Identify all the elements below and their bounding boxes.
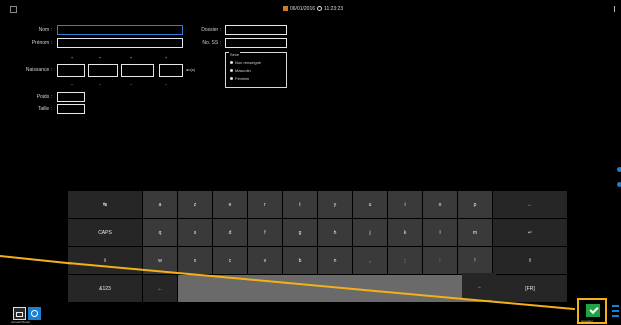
list-icon[interactable]: [612, 305, 619, 317]
key-arrow-left[interactable]: ←: [143, 275, 177, 302]
dossier-field[interactable]: [225, 25, 287, 35]
key[interactable]: k: [388, 219, 422, 246]
key[interactable]: ;: [388, 247, 422, 274]
key-arrow-right-visible[interactable]: →: [462, 273, 496, 300]
key[interactable]: c: [213, 247, 247, 274]
clock-icon: [317, 6, 323, 11]
key[interactable]: s: [178, 219, 212, 246]
day-field[interactable]: [57, 64, 85, 77]
day-minus-button[interactable]: –: [66, 81, 78, 86]
key[interactable]: t: [283, 191, 317, 218]
key[interactable]: h: [318, 219, 352, 246]
key-caps[interactable]: CAPS: [68, 219, 142, 246]
key-shift-right[interactable]: ⇧: [493, 247, 567, 274]
key-backspace[interactable]: ←: [493, 191, 567, 218]
poids-label: Poids :: [36, 94, 52, 100]
taille-label: Taille :: [37, 106, 52, 112]
key[interactable]: e: [213, 191, 247, 218]
prenom-label: Prénom :: [31, 40, 52, 46]
callout-line: [0, 255, 72, 265]
key[interactable]: m: [458, 219, 492, 246]
month-minus-button[interactable]: –: [94, 81, 106, 86]
key-language[interactable]: [FR]: [493, 275, 567, 302]
bottom-left-caption: Accueil Planer: [11, 320, 31, 324]
taille-field[interactable]: [57, 104, 85, 114]
nom-label: Nom :: [38, 27, 52, 33]
key[interactable]: a: [143, 191, 177, 218]
key[interactable]: v: [248, 247, 282, 274]
date-text: 06/01/2016: [290, 5, 316, 12]
sexe-title: Sexe: [229, 52, 241, 57]
year-plus-button[interactable]: +: [125, 55, 137, 60]
age-field[interactable]: [159, 64, 183, 77]
key[interactable]: o: [423, 191, 457, 218]
home-icon[interactable]: [13, 307, 26, 320]
age-plus-button[interactable]: +: [160, 55, 172, 60]
key[interactable]: u: [353, 191, 387, 218]
calendar-icon: [283, 6, 288, 11]
sexe-option-non-renseigne[interactable]: Non renseigné: [230, 60, 261, 65]
key[interactable]: n: [318, 247, 352, 274]
sexe-group: Sexe Non renseigné Masculin Féminin: [225, 52, 287, 88]
month-plus-button[interactable]: +: [94, 55, 106, 60]
key-shift-left[interactable]: ⇧: [68, 247, 142, 274]
key[interactable]: p: [458, 191, 492, 218]
nom-field[interactable]: [57, 25, 183, 35]
key-symbols[interactable]: &123: [68, 275, 142, 302]
key[interactable]: q: [143, 219, 177, 246]
side-indicator-icon[interactable]: [617, 182, 621, 187]
key[interactable]: b: [283, 247, 317, 274]
no-ss-label: No. SS :: [202, 40, 221, 46]
refresh-icon[interactable]: [28, 307, 41, 320]
radio-icon: [230, 77, 233, 80]
key[interactable]: f: [248, 219, 282, 246]
key[interactable]: z: [178, 191, 212, 218]
sexe-option-feminin[interactable]: Féminin: [230, 76, 249, 81]
key[interactable]: ,: [353, 247, 387, 274]
key[interactable]: j: [353, 219, 387, 246]
day-plus-button[interactable]: +: [66, 55, 78, 60]
top-right-indicator: [614, 6, 619, 12]
year-field[interactable]: [121, 64, 154, 77]
menu-icon[interactable]: [10, 6, 17, 13]
date-time-bar: 06/01/2016 11:23:23: [283, 4, 343, 13]
accept-caption: Accepter: [581, 319, 593, 323]
radio-icon: [230, 69, 233, 72]
age-minus-button[interactable]: –: [160, 81, 172, 86]
key[interactable]: x: [178, 247, 212, 274]
poids-field[interactable]: [57, 92, 85, 102]
naissance-label: Naissance :: [25, 67, 52, 73]
key[interactable]: l: [423, 219, 457, 246]
key[interactable]: :: [423, 247, 457, 274]
year-minus-button[interactable]: –: [125, 81, 137, 86]
sexe-option-masculin[interactable]: Masculin: [230, 68, 251, 73]
key[interactable]: g: [283, 219, 317, 246]
no-ss-field[interactable]: [225, 38, 287, 48]
key[interactable]: !: [458, 247, 492, 274]
key[interactable]: y: [318, 191, 352, 218]
dossier-label: Dossier :: [201, 27, 221, 33]
key-enter[interactable]: ↵: [493, 219, 567, 246]
key-tab[interactable]: ↹: [68, 191, 142, 218]
radio-icon: [230, 61, 233, 64]
key[interactable]: r: [248, 191, 282, 218]
key[interactable]: i: [388, 191, 422, 218]
accept-check-icon[interactable]: [586, 304, 600, 317]
month-field[interactable]: [88, 64, 118, 77]
key[interactable]: d: [213, 219, 247, 246]
time-text: 11:23:23: [324, 5, 344, 12]
age-unit-label: an(s): [186, 67, 196, 72]
prenom-field[interactable]: [57, 38, 183, 48]
side-indicator-icon[interactable]: [617, 167, 621, 172]
